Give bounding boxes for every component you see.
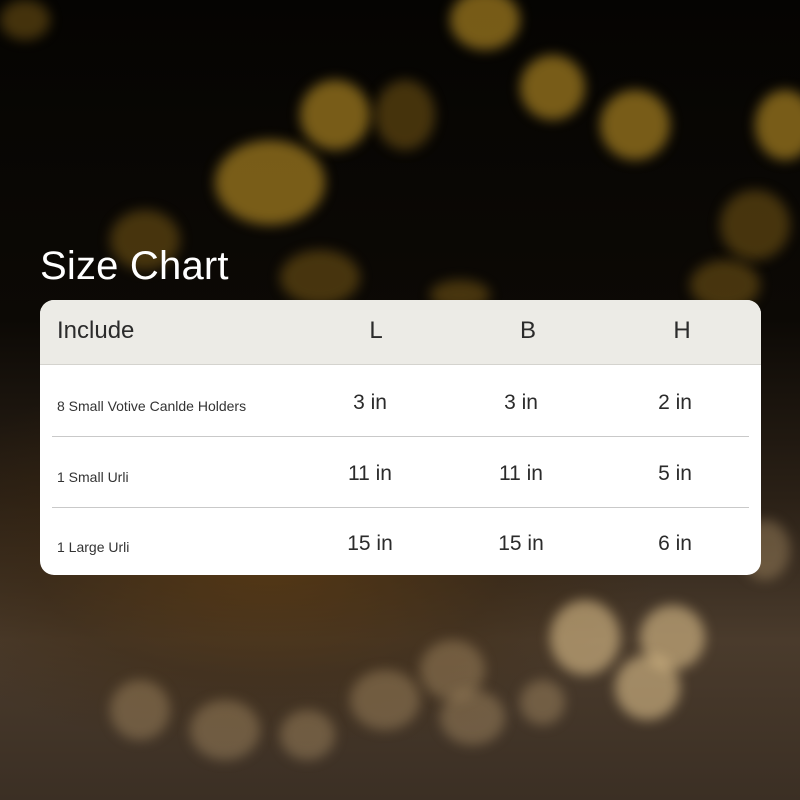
bokeh-light: [0, 0, 50, 40]
bokeh-light: [755, 90, 800, 160]
bokeh-light: [600, 90, 670, 160]
item-name: 1 Large Urli: [57, 539, 130, 555]
item-name: 1 Small Urli: [57, 469, 129, 485]
table-header-row: Include L B H: [40, 300, 761, 365]
bokeh-light: [450, 0, 520, 50]
column-header-include: Include: [57, 317, 135, 344]
bokeh-light: [215, 140, 325, 225]
height-value: 5 in: [658, 462, 692, 485]
bokeh-light: [350, 670, 420, 730]
page-title: Size Chart: [40, 244, 229, 288]
length-value: 3 in: [353, 391, 387, 414]
bokeh-light: [520, 680, 565, 725]
size-chart-table: Include L B H 8 Small Votive Canlde Hold…: [40, 300, 761, 575]
height-value: 6 in: [658, 532, 692, 555]
item-name: 8 Small Votive Canlde Holders: [57, 398, 247, 414]
bokeh-light: [280, 710, 335, 760]
column-header-length: L: [369, 317, 383, 344]
breadth-value: 11 in: [499, 462, 543, 485]
length-value: 15 in: [347, 532, 393, 555]
column-header-height: H: [673, 317, 691, 344]
column-header-breadth: B: [519, 317, 536, 344]
bokeh-light: [110, 680, 170, 740]
breadth-value: 3 in: [504, 391, 538, 414]
bokeh-light: [190, 700, 260, 760]
bokeh-light: [280, 250, 360, 305]
breadth-value: 15 in: [498, 532, 544, 555]
bokeh-light: [375, 80, 435, 150]
bokeh-light: [300, 80, 370, 150]
table-row: 8 Small Votive Canlde Holders 3 in 3 in …: [52, 366, 749, 437]
length-value: 11 in: [348, 462, 392, 485]
bokeh-light: [615, 655, 680, 720]
bokeh-light: [550, 600, 620, 675]
table-row: 1 Small Urli 11 in 11 in 5 in: [52, 437, 749, 508]
bokeh-light: [440, 690, 505, 745]
table-row: 1 Large Urli 15 in 15 in 6 in: [52, 507, 749, 575]
bokeh-light: [520, 55, 585, 120]
bokeh-light: [720, 190, 790, 260]
height-value: 2 in: [658, 391, 692, 414]
